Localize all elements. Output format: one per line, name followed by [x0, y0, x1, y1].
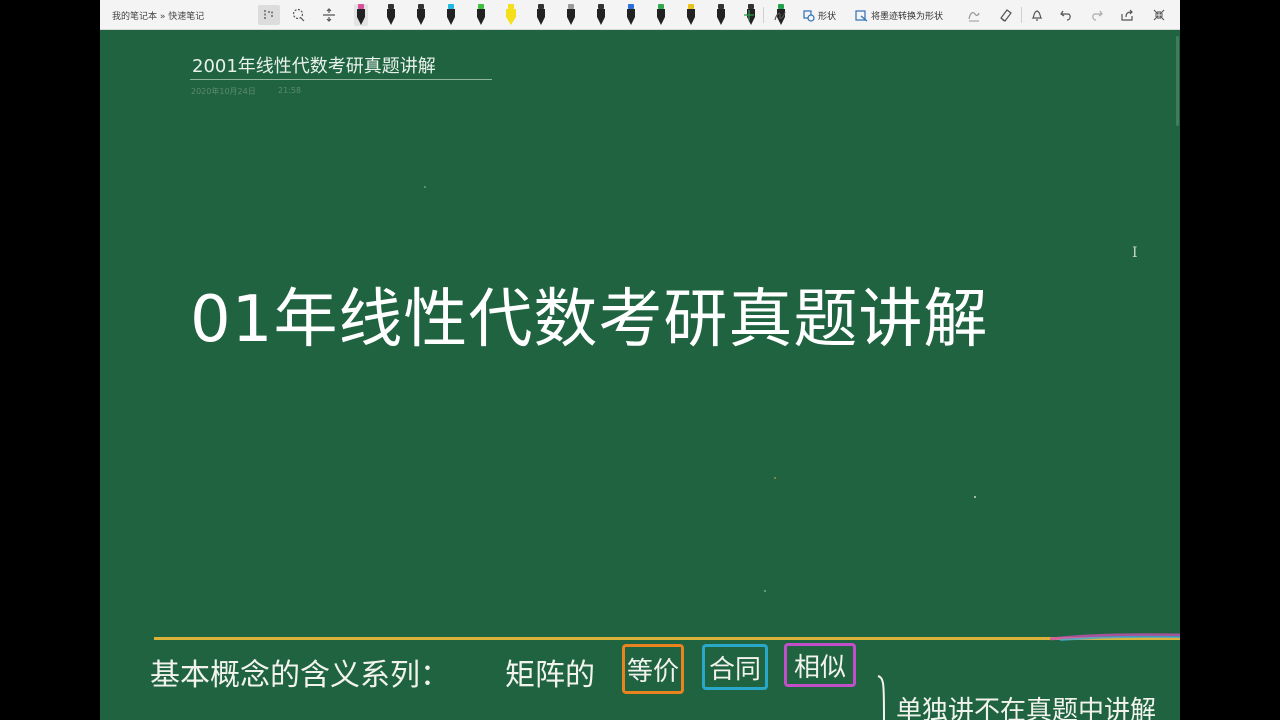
pen-tip [537, 17, 545, 25]
ink-dot [764, 590, 766, 592]
boxed-word-equivalent: 等价 [622, 644, 684, 694]
pen-body [597, 9, 605, 17]
pen-body [537, 9, 545, 17]
pen-tip [387, 17, 395, 25]
pen-body [657, 9, 665, 17]
title-underline [190, 79, 492, 80]
page-date: 2020年10月24日 [191, 87, 256, 96]
ink-replay-icon [968, 12, 980, 22]
divider-line [154, 637, 1180, 640]
pen-tip [447, 17, 455, 25]
ink-dot [974, 496, 976, 498]
fullscreen-button[interactable] [1149, 5, 1169, 25]
pen-tip [567, 17, 575, 25]
boxed-word-text: 合同 [708, 654, 761, 685]
plus-icon [744, 10, 754, 20]
ink-to-shape-button[interactable]: 将墨迹转换为形状 [855, 9, 943, 22]
boxed-word-similar: 相似 [784, 643, 856, 687]
pen-cyan-icon[interactable] [444, 4, 458, 26]
insert-space-button[interactable] [318, 5, 340, 25]
pen-body [506, 9, 516, 17]
collapse-icon [1153, 9, 1165, 21]
shape-icon [803, 9, 815, 22]
pen-yellow-2-icon[interactable] [684, 4, 698, 26]
ink-to-shape-icon [855, 9, 868, 21]
pen-body [627, 9, 635, 17]
ink-to-shape-label: 将墨迹转换为形状 [871, 12, 944, 22]
pen-tip [627, 17, 635, 25]
lasso-select-button[interactable] [258, 5, 280, 25]
notifications-button[interactable] [1027, 5, 1047, 25]
shape-label: 形状 [818, 12, 837, 22]
pen-body [717, 9, 725, 17]
share-button[interactable] [1117, 5, 1137, 25]
shape-button[interactable]: 形状 [803, 9, 836, 22]
pen-black-4-icon[interactable] [534, 4, 548, 26]
ink-to-text-button[interactable] [770, 5, 790, 25]
pen-tip [477, 17, 485, 25]
insert-space-icon [323, 8, 335, 22]
toolbar-separator [1021, 7, 1022, 23]
text-cursor-icon: I [1132, 245, 1138, 261]
pen-tip [417, 17, 425, 25]
boxed-word-text: 相似 [793, 652, 846, 683]
eraser-button[interactable] [995, 5, 1015, 25]
pen-body [417, 9, 425, 17]
pen-green-icon[interactable] [474, 4, 488, 26]
onenote-window: 我的笔记本 » 快速笔记 形状 将墨迹转换为形状 2001年线性代数考研真题讲解… [100, 0, 1180, 720]
boxed-word-congruent: 合同 [702, 644, 768, 690]
bell-icon [1031, 10, 1043, 21]
eraser-icon [1000, 9, 1012, 22]
pen-body [387, 9, 395, 17]
pen-yellow-icon[interactable] [504, 4, 518, 26]
page-title[interactable]: 2001年线性代数考研真题讲解 [192, 52, 436, 78]
undo-button[interactable] [1056, 5, 1076, 25]
pen-tip [687, 17, 695, 25]
main-heading[interactable]: 01年线性代数考研真题讲解 [190, 268, 988, 360]
pen-black-6-icon[interactable] [714, 4, 728, 26]
color-smudge [1050, 633, 1180, 641]
pen-black-icon[interactable] [354, 4, 368, 26]
ink-dot [424, 186, 426, 188]
pen-tip [717, 17, 725, 25]
pen-black-2-icon[interactable] [384, 4, 398, 26]
pen-tip [597, 17, 605, 25]
ink-dot [774, 477, 776, 479]
ink-replay-button[interactable] [964, 5, 984, 25]
redo-icon [1092, 10, 1103, 21]
boxed-word-text: 等价 [626, 656, 679, 687]
pen-body [357, 9, 365, 17]
handwritten-side-note: 单独讲不在真题中讲解 [896, 696, 1157, 720]
toolbar-separator [763, 7, 764, 23]
ink-to-text-icon [774, 11, 786, 21]
vertical-scrollbar[interactable] [1176, 36, 1179, 126]
bracket-mark [877, 675, 885, 720]
pen-body [567, 9, 575, 17]
pen-body [477, 9, 485, 17]
add-pen-button[interactable] [740, 5, 758, 25]
breadcrumb[interactable]: 我的笔记本 » 快速笔记 [112, 9, 204, 22]
page-time: 21:58 [278, 86, 302, 95]
pen-body [687, 9, 695, 17]
handwritten-matrix-label: 矩阵的 [505, 658, 595, 693]
pen-green-2-icon[interactable] [654, 4, 668, 26]
share-icon [1121, 9, 1133, 21]
pen-tip [657, 17, 665, 25]
lasso-select-icon [264, 10, 273, 19]
draw-toolbar: 我的笔记本 » 快速笔记 形状 将墨迹转换为形状 [100, 0, 1180, 30]
lasso-icon [292, 8, 305, 22]
lasso-button[interactable] [288, 5, 310, 25]
pen-blue-icon[interactable] [624, 4, 638, 26]
redo-button[interactable] [1087, 5, 1107, 25]
pen-tip [506, 17, 516, 25]
pen-body [447, 9, 455, 17]
pen-gray-icon[interactable] [564, 4, 578, 26]
pen-black-5-icon[interactable] [594, 4, 608, 26]
pen-tip [357, 17, 365, 25]
handwritten-concepts-line: 基本概念的含义系列： [150, 658, 450, 693]
undo-icon [1060, 10, 1071, 21]
pen-black-3-icon[interactable] [414, 4, 428, 26]
